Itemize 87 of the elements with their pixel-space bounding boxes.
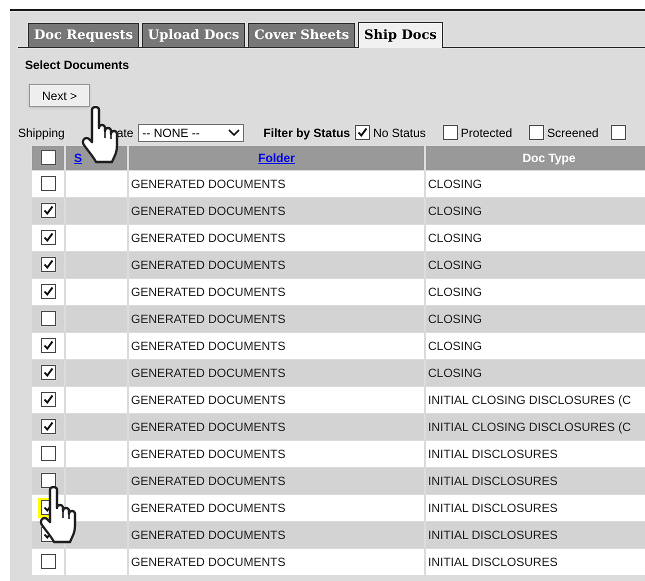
check-icon bbox=[42, 205, 54, 216]
table-cell: INITIAL DISCLOSURES bbox=[426, 468, 645, 494]
table-cell: GENERATED DOCUMENTS bbox=[129, 548, 424, 574]
checkbox[interactable] bbox=[40, 311, 56, 326]
table-cell: GENERATED DOCUMENTS bbox=[129, 306, 424, 332]
checkbox-label: Protected bbox=[460, 124, 512, 142]
table-cell: GENERATED DOCUMENTS bbox=[129, 252, 424, 278]
table-cell: INITIAL DISCLOSURES bbox=[426, 494, 645, 520]
checkbox[interactable] bbox=[40, 150, 56, 165]
table-cell: CLOSING bbox=[426, 198, 645, 224]
checkbox[interactable] bbox=[40, 230, 56, 245]
table-cell bbox=[66, 278, 127, 304]
table-cell: GENERATED DOCUMENTS bbox=[129, 198, 424, 224]
template-select[interactable]: -- NONE -- bbox=[138, 124, 244, 142]
table-cell: GENERATED DOCUMENTS bbox=[129, 224, 424, 250]
checkbox[interactable] bbox=[442, 125, 458, 140]
check-icon bbox=[42, 367, 54, 378]
check-icon bbox=[42, 232, 54, 243]
table-cell: GENERATED DOCUMENTS bbox=[129, 522, 424, 548]
table-cell bbox=[66, 440, 127, 466]
table-cell: GENERATED DOCUMENTS bbox=[129, 468, 424, 494]
checkbox[interactable] bbox=[40, 365, 56, 380]
column-link[interactable]: Folder bbox=[258, 148, 295, 166]
table-cell: INITIAL CLOSING DISCLOSURES (C bbox=[426, 414, 645, 440]
table-cell: CLOSING bbox=[426, 278, 645, 304]
table-cell bbox=[66, 252, 127, 278]
table-cell bbox=[66, 414, 127, 440]
check-icon bbox=[42, 340, 54, 351]
filter-label: Filter by Status bbox=[263, 124, 350, 142]
table-cell bbox=[66, 170, 127, 196]
table-cell: INITIAL CLOSING DISCLOSURES (C bbox=[426, 386, 645, 412]
checkbox[interactable] bbox=[40, 338, 56, 353]
table-cell: GENERATED DOCUMENTS bbox=[129, 494, 424, 520]
table-cell: GENERATED DOCUMENTS bbox=[129, 332, 424, 358]
check-icon bbox=[42, 259, 54, 270]
checkbox[interactable] bbox=[40, 257, 56, 272]
checkbox-label: Screened bbox=[547, 124, 599, 142]
table-cell: GENERATED DOCUMENTS bbox=[129, 414, 424, 440]
check-icon bbox=[357, 127, 368, 138]
table-cell: GENERATED DOCUMENTS bbox=[129, 360, 424, 386]
check-icon bbox=[42, 394, 54, 405]
table-cell bbox=[66, 468, 127, 494]
table-cell: CLOSING bbox=[426, 224, 645, 250]
table-cell bbox=[66, 360, 127, 386]
table-cell: CLOSING bbox=[426, 170, 645, 196]
checkbox[interactable] bbox=[40, 419, 56, 434]
table-cell bbox=[66, 332, 127, 358]
tab[interactable]: Doc Requests bbox=[28, 23, 139, 47]
table-cell: CLOSING bbox=[426, 332, 645, 358]
table-cell: INITIAL DISCLOSURES bbox=[426, 440, 645, 466]
column-header: Doc Type bbox=[426, 146, 645, 170]
checkbox[interactable] bbox=[529, 125, 544, 140]
checkbox-label: No Status bbox=[373, 124, 426, 142]
checkbox[interactable] bbox=[610, 125, 626, 140]
table-cell: INITIAL DISCLOSURES bbox=[426, 548, 645, 574]
table-cell: CLOSING bbox=[426, 360, 645, 386]
checkbox[interactable] bbox=[40, 284, 56, 299]
table-cell bbox=[66, 306, 127, 332]
checkbox[interactable] bbox=[40, 446, 56, 461]
tab[interactable]: Cover Sheets bbox=[248, 23, 356, 47]
checkbox[interactable] bbox=[40, 176, 56, 191]
field-label: Shipping bbox=[18, 124, 65, 142]
table-cell bbox=[66, 494, 127, 520]
tab[interactable]: Ship Docs bbox=[358, 22, 443, 48]
checkbox[interactable] bbox=[355, 125, 370, 140]
field-label: ate bbox=[116, 124, 134, 142]
table-cell: INITIAL DISCLOSURES bbox=[426, 522, 645, 548]
table-cell bbox=[66, 386, 127, 412]
table-cell: CLOSING bbox=[426, 306, 645, 332]
checkbox[interactable] bbox=[40, 554, 56, 569]
check-icon bbox=[42, 421, 54, 432]
table-cell: GENERATED DOCUMENTS bbox=[129, 386, 424, 412]
table-cell: GENERATED DOCUMENTS bbox=[129, 170, 424, 196]
checkbox[interactable] bbox=[40, 203, 56, 218]
checkbox[interactable] bbox=[40, 473, 56, 488]
section-title: Select Documents bbox=[25, 57, 130, 74]
table-cell bbox=[66, 548, 127, 574]
next-button[interactable]: Next > bbox=[29, 84, 90, 107]
table-cell bbox=[66, 224, 127, 250]
table-cell: GENERATED DOCUMENTS bbox=[129, 278, 424, 304]
tab[interactable]: Upload Docs bbox=[142, 23, 246, 47]
check-icon bbox=[42, 286, 54, 297]
table-cell bbox=[66, 198, 127, 224]
chevron-down-icon bbox=[228, 128, 240, 136]
checkbox[interactable] bbox=[40, 392, 56, 407]
table-cell: CLOSING bbox=[426, 252, 645, 278]
table-cell: GENERATED DOCUMENTS bbox=[129, 440, 424, 466]
